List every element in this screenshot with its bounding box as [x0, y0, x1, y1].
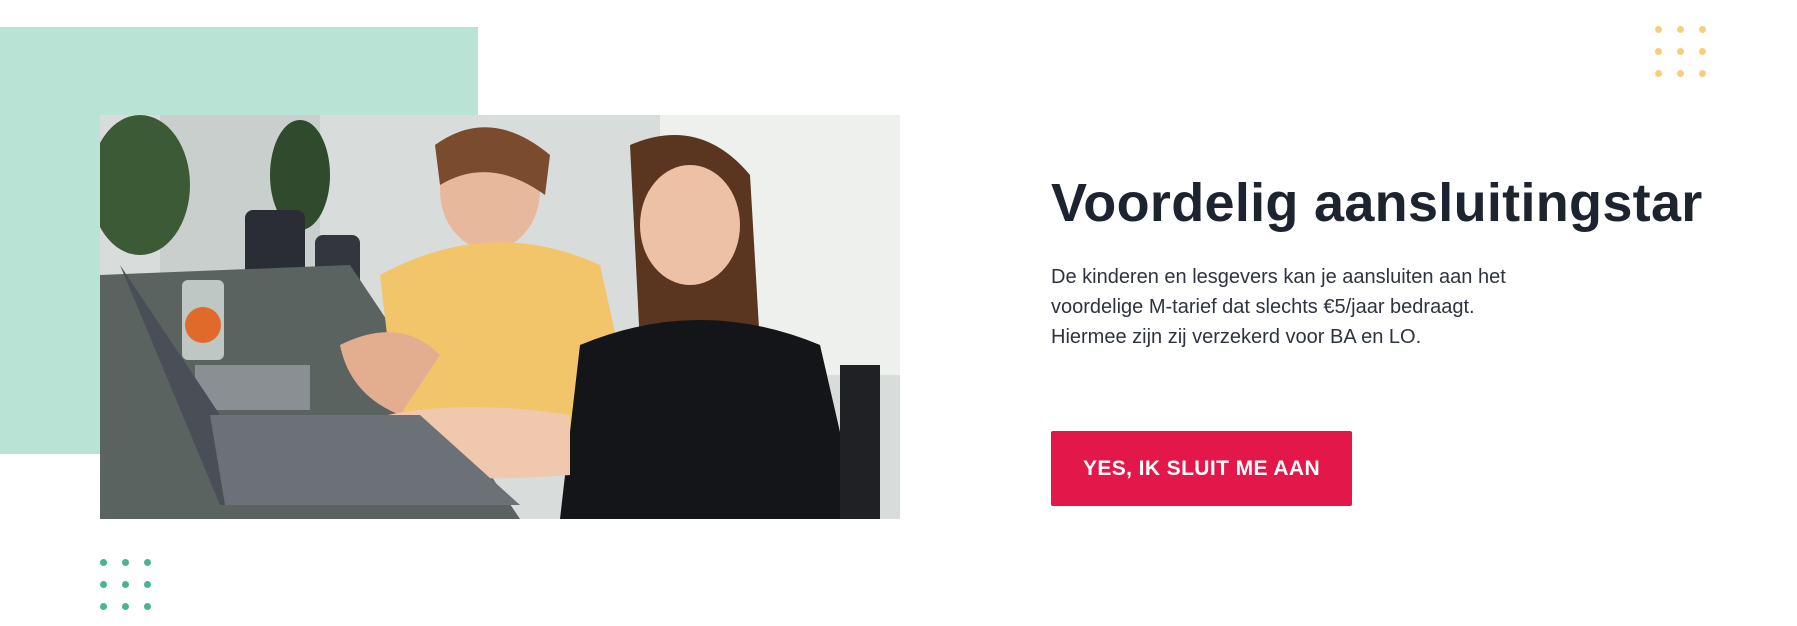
description-line-2: voordelige M-tarief dat slechts €5/jaar …	[1051, 296, 1475, 318]
section-description: De kinderen en lesgevers kan je aansluit…	[1051, 262, 1611, 352]
join-button[interactable]: YES, IK SLUIT ME AAN	[1051, 431, 1352, 506]
section-heading: Voordelig aansluitingstar	[1051, 173, 1703, 233]
two-women-laptop-photo	[100, 115, 900, 519]
promo-content: Voordelig aansluitingstar De kinderen en…	[1051, 170, 1791, 352]
description-line-3: Hiermee zijn zij verzekerd voor BA en LO…	[1051, 326, 1422, 348]
description-line-1: De kinderen en lesgevers kan je aansluit…	[1051, 266, 1506, 288]
decorative-dots-yellow	[1655, 26, 1706, 77]
decorative-dots-green	[100, 559, 151, 610]
